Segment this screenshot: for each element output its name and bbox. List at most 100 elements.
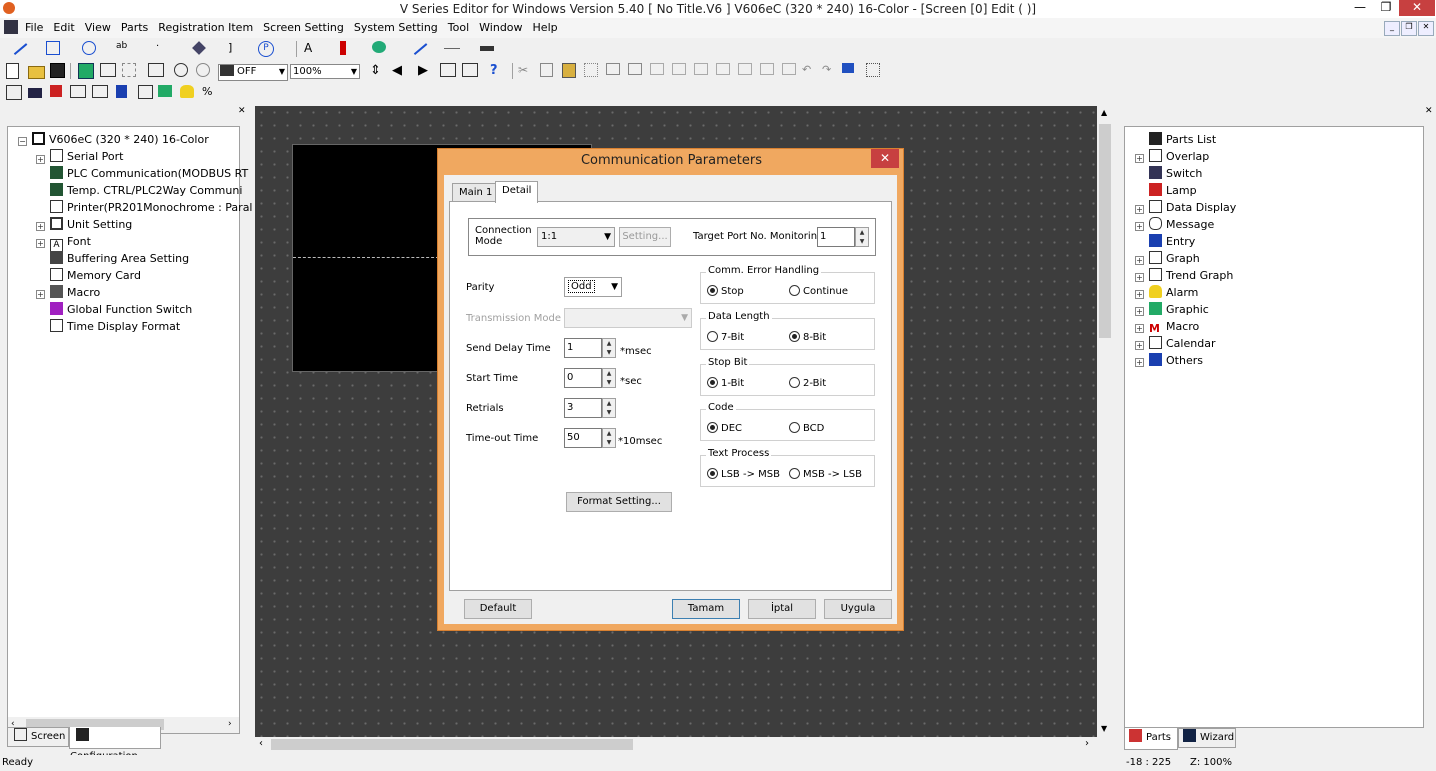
multi-copy-icon[interactable] bbox=[584, 63, 598, 77]
unit-setting-expand-icon[interactable]: + bbox=[36, 222, 45, 231]
macro-expand-icon[interactable]: + bbox=[36, 290, 45, 299]
print-icon[interactable] bbox=[148, 63, 164, 77]
right-panel-close-icon[interactable]: ✕ bbox=[1425, 106, 1433, 116]
menu-system-setting[interactable]: System Setting bbox=[349, 18, 443, 38]
font-expand-icon[interactable]: + bbox=[36, 239, 45, 248]
screen-list-icon[interactable] bbox=[440, 63, 456, 77]
data-length-7bit-radio[interactable]: 7-Bit bbox=[707, 331, 744, 344]
parts-list-icon[interactable] bbox=[78, 63, 94, 79]
line-width-icon[interactable] bbox=[480, 46, 494, 51]
alarm-config-icon[interactable] bbox=[180, 85, 194, 98]
jump-icon[interactable]: ⇕ bbox=[370, 63, 386, 79]
serial-port-expand-icon[interactable]: + bbox=[36, 155, 45, 164]
default-button[interactable]: Default bbox=[464, 599, 532, 619]
graph-config-icon[interactable] bbox=[138, 85, 153, 99]
tree-macro-part[interactable]: M Macro bbox=[1149, 319, 1199, 335]
mdi-minimize-icon[interactable]: _ bbox=[1384, 21, 1400, 36]
calendar-expand-icon[interactable]: + bbox=[1135, 341, 1144, 350]
menu-help[interactable]: Help bbox=[528, 18, 563, 38]
menu-parts[interactable]: Parts bbox=[116, 18, 153, 38]
send-delay-input[interactable]: 1 bbox=[564, 338, 602, 358]
hscroll-right-arrow-icon[interactable]: › bbox=[1085, 738, 1089, 749]
retrials-input[interactable]: 3 bbox=[564, 398, 602, 418]
dot-tool-icon[interactable]: · bbox=[156, 41, 172, 57]
vscroll-thumb[interactable] bbox=[1099, 124, 1111, 338]
tree-graphic[interactable]: Graphic bbox=[1149, 302, 1209, 318]
scroll-down-arrow-icon[interactable]: ▼ bbox=[1101, 724, 1107, 733]
text-process-lsb-msb-radio[interactable]: LSB -> MSB bbox=[707, 468, 780, 481]
data-display-icon[interactable] bbox=[100, 63, 116, 77]
redo-icon[interactable]: ↷ bbox=[822, 63, 838, 79]
tree-memory-card[interactable]: Memory Card bbox=[50, 268, 141, 284]
switch-config-icon[interactable] bbox=[28, 88, 42, 98]
tree-graph[interactable]: Graph bbox=[1149, 251, 1200, 267]
cut-icon[interactable]: ✂ bbox=[518, 63, 534, 79]
paste-icon[interactable] bbox=[562, 63, 576, 78]
mdi-close-icon[interactable]: ✕ bbox=[1418, 21, 1434, 36]
timeout-input[interactable]: 50 bbox=[564, 428, 602, 448]
hscroll-thumb[interactable] bbox=[271, 739, 633, 750]
start-time-spinner[interactable]: ▲ ▼ bbox=[602, 368, 616, 388]
line-tool-icon[interactable] bbox=[8, 37, 28, 55]
detail-list-icon[interactable] bbox=[462, 63, 478, 77]
menu-edit[interactable]: Edit bbox=[48, 18, 79, 38]
picture-config-icon[interactable] bbox=[158, 85, 172, 97]
comm-error-stop-radio[interactable]: Stop bbox=[707, 285, 744, 298]
tree-switch[interactable]: Switch bbox=[1149, 166, 1202, 182]
tree-root[interactable]: V606eC (320 * 240) 16-Color bbox=[32, 132, 209, 148]
cancel-button[interactable]: İptal bbox=[748, 599, 816, 619]
minimize-icon[interactable]: — bbox=[1347, 0, 1373, 16]
grid-icon[interactable] bbox=[866, 63, 880, 77]
bracket-tool-icon[interactable]: ] bbox=[228, 41, 244, 57]
percent-config-icon[interactable]: % bbox=[202, 85, 218, 101]
others-expand-icon[interactable]: + bbox=[1135, 358, 1144, 367]
screen-config-icon[interactable] bbox=[6, 85, 22, 100]
rectangle-tool-icon[interactable] bbox=[46, 41, 60, 55]
left-panel-close-icon[interactable]: ✕ bbox=[238, 106, 246, 116]
tree-time-display-format[interactable]: Time Display Format bbox=[50, 319, 180, 335]
tree-overlap[interactable]: Overlap bbox=[1149, 149, 1209, 165]
scroll-up-arrow-icon[interactable]: ▲ bbox=[1101, 108, 1107, 117]
tree-printer[interactable]: Printer(PR201Monochrome : Paral bbox=[50, 200, 253, 216]
line-color-icon[interactable] bbox=[408, 37, 428, 55]
tree-message[interactable]: Message bbox=[1149, 217, 1214, 233]
retrials-spinner[interactable]: ▲ ▼ bbox=[602, 398, 616, 418]
tree-unit-setting[interactable]: Unit Setting bbox=[50, 217, 132, 233]
canvas-vscrollbar[interactable]: ▲ ▼ bbox=[1097, 106, 1113, 737]
numeric-config-icon[interactable] bbox=[70, 85, 86, 98]
apply-button[interactable]: Uygula bbox=[824, 599, 892, 619]
data-display-expand-icon[interactable]: + bbox=[1135, 205, 1144, 214]
order-icon[interactable] bbox=[782, 63, 796, 75]
text-process-msb-lsb-radio[interactable]: MSB -> LSB bbox=[789, 468, 862, 481]
table-icon[interactable] bbox=[122, 63, 136, 77]
message-expand-icon[interactable]: + bbox=[1135, 222, 1144, 231]
macro-expand-icon-right[interactable]: + bbox=[1135, 324, 1144, 333]
maximize-icon[interactable]: ❐ bbox=[1373, 0, 1399, 16]
root-collapse-icon[interactable]: − bbox=[18, 137, 27, 146]
ungroup-icon[interactable] bbox=[760, 63, 774, 75]
tab-screen[interactable]: Screen bbox=[7, 727, 69, 747]
ok-button[interactable]: Tamam bbox=[672, 599, 740, 619]
scroll-right-arrow-icon[interactable]: › bbox=[228, 719, 232, 729]
tree-parts-list[interactable]: Parts List bbox=[1149, 132, 1216, 148]
overlap-expand-icon[interactable]: + bbox=[1135, 154, 1144, 163]
next-screen-icon[interactable]: ▶ bbox=[418, 63, 434, 79]
line-style-icon[interactable] bbox=[444, 48, 460, 49]
save-icon[interactable] bbox=[50, 63, 65, 78]
hscroll-left-arrow-icon[interactable]: ‹ bbox=[259, 738, 263, 749]
trend-graph-expand-icon[interactable]: + bbox=[1135, 273, 1144, 282]
ascii-config-icon[interactable] bbox=[92, 85, 108, 98]
fill-color-icon[interactable] bbox=[372, 41, 386, 53]
stop-bit-2bit-radio[interactable]: 2-Bit bbox=[789, 377, 826, 390]
timeout-spinner[interactable]: ▲ ▼ bbox=[602, 428, 616, 448]
transmission-mode-select[interactable]: ▼ bbox=[564, 308, 692, 328]
tree-alarm[interactable]: Alarm bbox=[1149, 285, 1198, 301]
close-icon[interactable]: ✕ bbox=[1399, 0, 1435, 16]
lamp-config-icon[interactable] bbox=[50, 85, 62, 97]
code-dec-radio[interactable]: DEC bbox=[707, 422, 742, 435]
align-icon-2[interactable] bbox=[628, 63, 642, 75]
align-icon-6[interactable] bbox=[716, 63, 730, 75]
tab-configuration[interactable]: Configuration bbox=[69, 727, 161, 762]
menu-tool[interactable]: Tool bbox=[443, 18, 474, 38]
group-icon[interactable] bbox=[738, 63, 752, 75]
